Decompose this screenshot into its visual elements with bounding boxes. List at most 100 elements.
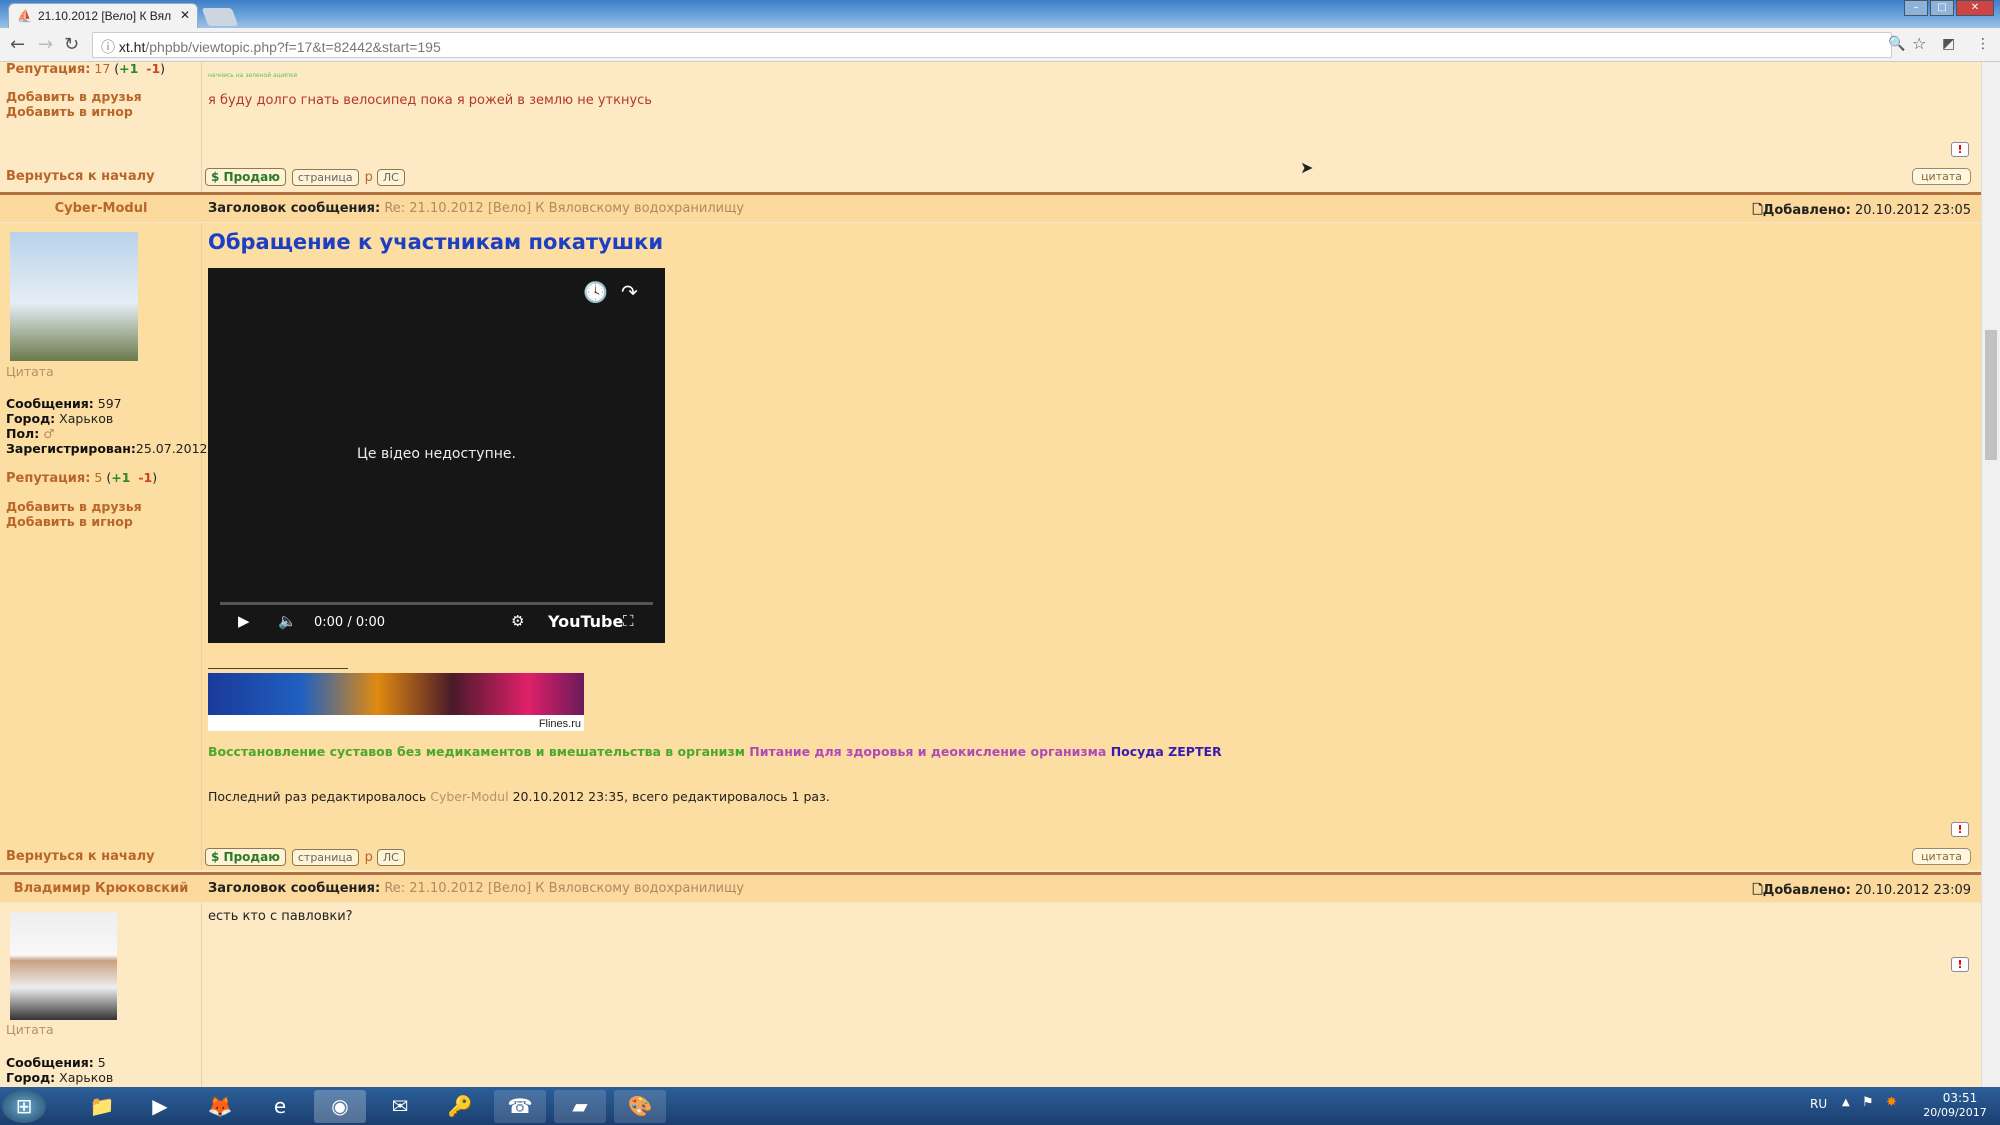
back-to-top-link[interactable]: Вернуться к началу bbox=[6, 169, 155, 184]
rep-minus-link[interactable]: -1 bbox=[146, 62, 160, 76]
quote-button[interactable]: цитата bbox=[1912, 168, 1971, 185]
video-progress-bar[interactable] bbox=[220, 602, 653, 605]
windows-taskbar: ⊞ 📁 ▶ 🦊 e ◉ ✉ 🔑 ☎ ▰ 🎨 RU ▲ ⚑ ✸ 03:51 20/… bbox=[0, 1087, 2000, 1125]
add-friend-link[interactable]: Добавить в друзья bbox=[6, 89, 142, 105]
added-label: Добавлено: bbox=[1762, 883, 1851, 898]
firefox-icon[interactable]: 🦊 bbox=[194, 1090, 246, 1123]
clock-date[interactable]: 20/09/2017 bbox=[1920, 1106, 1990, 1119]
scrollbar-thumb[interactable] bbox=[1985, 330, 1997, 460]
video-unavailable-message: Це відео недоступне. bbox=[357, 446, 516, 462]
post-text: есть кто с павловки? bbox=[208, 909, 353, 924]
minimize-button[interactable]: – bbox=[1904, 0, 1928, 16]
rep-plus-link[interactable]: +1 bbox=[119, 62, 138, 76]
extension-icon[interactable]: ◩ bbox=[1942, 36, 1955, 52]
p-label: р bbox=[364, 850, 373, 865]
quote-button[interactable]: цитата bbox=[1912, 848, 1971, 865]
pm-button[interactable]: ЛС bbox=[376, 849, 405, 866]
add-ignore-link[interactable]: Добавить в игнор bbox=[6, 104, 133, 120]
post-author[interactable]: Cyber-Modul bbox=[0, 201, 202, 216]
report-icon[interactable]: ! bbox=[1951, 142, 1969, 157]
page-button[interactable]: страница bbox=[291, 169, 359, 186]
zoom-icon[interactable]: 🔍 bbox=[1888, 36, 1905, 52]
report-icon[interactable]: ! bbox=[1951, 957, 1969, 972]
address-bar-row: ← → ↻ ⓘ xt.ht/phpbb/viewtopic.php?f=17&t… bbox=[0, 28, 2000, 62]
add-ignore-link[interactable]: Добавить в игнор bbox=[6, 514, 133, 530]
browser-tab[interactable]: ⛵ 21.10.2012 [Вело] К Вял ✕ bbox=[8, 3, 198, 28]
bookmark-star-icon[interactable]: ☆ bbox=[1912, 34, 1926, 53]
flines-banner[interactable]: Flines.ru bbox=[208, 673, 584, 731]
window-controls: – □ ✕ bbox=[1904, 0, 1994, 16]
registered-date: 25.07.2012 bbox=[135, 441, 208, 456]
language-indicator[interactable]: RU bbox=[1810, 1097, 1827, 1111]
city-label: Город: bbox=[6, 1070, 56, 1085]
city-value: Харьков bbox=[59, 1070, 114, 1085]
avatar bbox=[10, 232, 138, 361]
sell-button[interactable]: $ Продаю bbox=[205, 168, 286, 186]
back-to-top-link[interactable]: Вернуться к началу bbox=[6, 849, 155, 864]
rep-minus-link[interactable]: -1 bbox=[138, 470, 152, 485]
pm-button[interactable]: ЛС bbox=[376, 169, 405, 186]
forward-icon[interactable]: → bbox=[38, 34, 53, 55]
menu-icon[interactable]: ⋮ bbox=[1976, 36, 1990, 52]
post-subject[interactable]: Re: 21.10.2012 [Вело] К Вяловскому водох… bbox=[384, 201, 744, 216]
reload-icon[interactable]: ↻ bbox=[64, 34, 79, 55]
action-center-flag-icon[interactable]: ⚑ bbox=[1862, 1095, 1874, 1110]
fullscreen-icon[interactable]: ⛶ bbox=[623, 612, 634, 630]
subject-label: Заголовок сообщения: bbox=[208, 881, 381, 896]
chrome-icon[interactable]: ◉ bbox=[314, 1090, 366, 1123]
new-tab-button[interactable] bbox=[201, 8, 239, 26]
avast-icon[interactable]: ✸ bbox=[1886, 1095, 1897, 1110]
post-author[interactable]: Владимир Крюковский bbox=[0, 881, 202, 896]
viber-icon[interactable]: ☎ bbox=[494, 1090, 546, 1123]
share-icon[interactable]: ↷ bbox=[621, 280, 638, 304]
signature-link-joints[interactable]: Восстановление суставов без медикаментов… bbox=[208, 744, 745, 759]
explorer-icon[interactable]: 📁 bbox=[76, 1090, 128, 1123]
subject-label: Заголовок сообщения: bbox=[208, 201, 381, 216]
maximize-button[interactable]: □ bbox=[1930, 0, 1954, 16]
sell-button[interactable]: $ Продаю bbox=[205, 848, 286, 866]
rep-plus-link[interactable]: +1 bbox=[111, 470, 130, 485]
video-editor-icon[interactable]: ▰ bbox=[554, 1090, 606, 1123]
reputation-value: 5 bbox=[94, 470, 103, 485]
page-button[interactable]: страница bbox=[291, 849, 359, 866]
settings-icon[interactable]: ⚙ bbox=[511, 612, 524, 630]
post-subject[interactable]: Re: 21.10.2012 [Вело] К Вяловскому водох… bbox=[384, 881, 744, 896]
edit-note-prefix: Последний раз редактировалось bbox=[208, 789, 427, 804]
report-icon[interactable]: ! bbox=[1951, 822, 1969, 837]
post-header: Владимир Крюковский Заголовок сообщения:… bbox=[0, 875, 1981, 903]
signature-link-nutrition[interactable]: Питание для здоровья и деокисление орган… bbox=[749, 744, 1106, 759]
back-icon[interactable]: ← bbox=[10, 34, 25, 55]
mouse-cursor-icon: ➤ bbox=[1300, 158, 1314, 177]
tab-title: 21.10.2012 [Вело] К Вял bbox=[37, 9, 172, 23]
ie-icon[interactable]: e bbox=[254, 1090, 306, 1123]
edit-note-user[interactable]: Cyber-Modul bbox=[430, 789, 508, 804]
post-title: Обращение к участникам покатушки bbox=[208, 230, 664, 254]
url-input[interactable]: ⓘ xt.ht/phpbb/viewtopic.php?f=17&t=82442… bbox=[92, 32, 1892, 58]
volume-icon[interactable]: 🔈 bbox=[278, 612, 297, 630]
quote-label[interactable]: Цитата bbox=[6, 1022, 54, 1038]
banner-text: Flines.ru bbox=[538, 718, 581, 730]
paint-icon[interactable]: 🎨 bbox=[614, 1090, 666, 1123]
profile-buttons: $ Продаю страница р ЛС bbox=[205, 848, 411, 866]
male-icon: ♂ bbox=[43, 426, 55, 441]
reputation-label: Репутация: bbox=[6, 471, 91, 486]
start-button[interactable]: ⊞ bbox=[2, 1090, 46, 1123]
post-header: Cyber-Modul Заголовок сообщения: Re: 21.… bbox=[0, 195, 1981, 223]
youtube-video-player[interactable]: 🕓 ↷ Це відео недоступне. ▶ 🔈 0:00 / 0:00… bbox=[208, 268, 665, 643]
close-tab-icon[interactable]: ✕ bbox=[180, 8, 190, 22]
key-app-icon[interactable]: 🔑 bbox=[434, 1090, 486, 1123]
reputation-label: Репутация: bbox=[6, 62, 91, 77]
clock-time[interactable]: 03:51 bbox=[1930, 1091, 1990, 1105]
media-player-icon[interactable]: ▶ bbox=[134, 1090, 186, 1123]
play-icon[interactable]: ▶ bbox=[238, 612, 250, 630]
youtube-logo[interactable]: YouTube bbox=[548, 612, 623, 631]
watch-later-icon[interactable]: 🕓 bbox=[583, 280, 608, 304]
info-icon: ⓘ bbox=[101, 39, 119, 55]
tray-expand-icon[interactable]: ▲ bbox=[1842, 1097, 1850, 1108]
signature-link-zepter[interactable]: Посуда ZEPTER bbox=[1111, 744, 1222, 759]
page-scrollbar[interactable] bbox=[1981, 62, 2000, 1087]
close-window-button[interactable]: ✕ bbox=[1956, 0, 1994, 16]
mail-icon[interactable]: ✉ bbox=[374, 1090, 426, 1123]
quote-label[interactable]: Цитата bbox=[6, 364, 54, 380]
add-friend-link[interactable]: Добавить в друзья bbox=[6, 499, 142, 515]
